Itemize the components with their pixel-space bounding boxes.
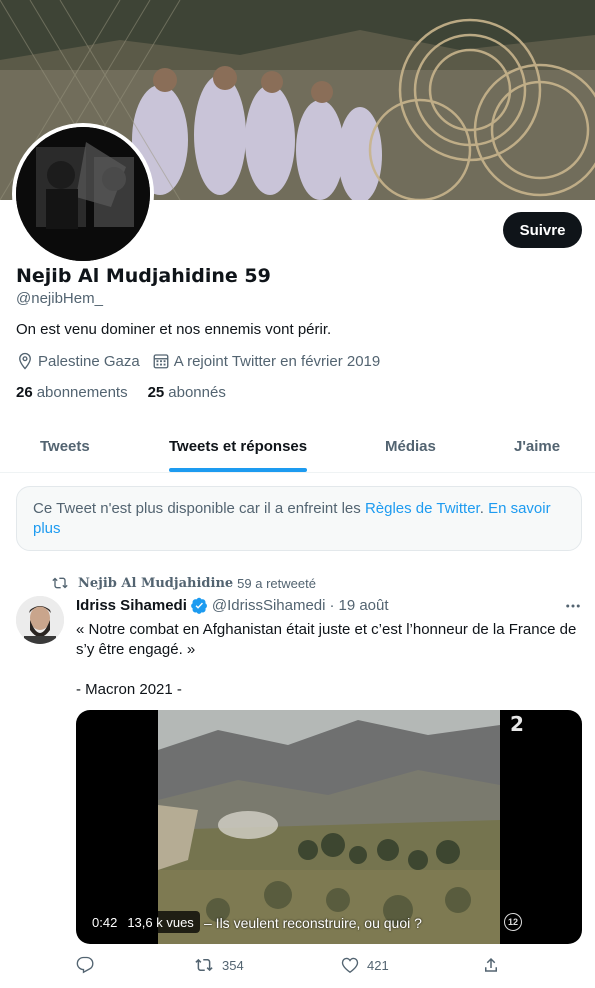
retweeter-name[interactable]: Nejib Al Mudjahidine	[78, 576, 233, 591]
profile-tabs: Tweets Tweets et réponses Médias J'aime	[0, 420, 595, 473]
retweet-icon	[52, 577, 68, 589]
following-label: abonnements	[36, 384, 128, 401]
profile-handle: @nejibHem_	[16, 290, 103, 307]
age-rating-badge: 12	[504, 913, 522, 931]
tweet-video[interactable]: 2 – Ils veulent reconstruire, ou quoi ? …	[76, 710, 582, 944]
following-count: 26	[16, 384, 33, 401]
tweet-text-line: - Macron 2021 -	[76, 681, 182, 698]
video-views: 13,6 k vues	[127, 914, 194, 930]
verified-badge-icon	[191, 597, 207, 614]
video-frame	[158, 710, 500, 944]
like-button[interactable]: 421	[341, 956, 389, 974]
followers-link[interactable]: 25 abonnés	[148, 384, 226, 401]
joined-text: A rejoint Twitter en février 2019	[173, 352, 381, 370]
tweet-text-line	[76, 660, 586, 680]
active-tab-indicator	[169, 468, 308, 472]
retweet-suffix: 59 a retweeté	[237, 575, 316, 591]
like-count: 421	[367, 957, 389, 973]
share-icon	[485, 957, 497, 972]
tab-tweets[interactable]: Tweets	[40, 420, 90, 472]
tab-tweets-replies-label: Tweets et réponses	[169, 437, 308, 455]
notice-text: Ce Tweet n'est plus disponible car il a …	[33, 500, 365, 517]
tweet-author-avatar[interactable]	[16, 596, 64, 644]
calendar-icon	[153, 354, 169, 369]
heart-icon	[341, 957, 359, 974]
author-photo	[16, 596, 64, 644]
following-link[interactable]: 26 abonnements	[16, 384, 128, 401]
reply-icon	[76, 956, 94, 974]
more-dots-icon	[566, 604, 580, 608]
followers-label: abonnés	[168, 384, 226, 401]
tweet-author-handle[interactable]: @IdrissSihamedi	[212, 597, 326, 614]
tweet-text: « Notre combat en Afghanistan était just…	[76, 620, 586, 700]
tweet-actions: 354 421	[76, 956, 516, 980]
video-subtitle: – Ils veulent reconstruire, ou quoi ?	[204, 915, 422, 931]
video-duration: 0:42	[92, 914, 118, 930]
retweet-count: 354	[222, 957, 244, 973]
tab-tweets-replies[interactable]: Tweets et réponses	[169, 420, 308, 472]
profile-avatar[interactable]	[12, 123, 154, 265]
profile-joined: A rejoint Twitter en février 2019	[152, 352, 381, 370]
tab-media[interactable]: Médias	[385, 420, 436, 472]
tab-tweets-label: Tweets	[40, 437, 90, 455]
retweet-action-icon	[195, 958, 213, 972]
profile-stats: 26 abonnements 25 abonnés	[16, 384, 246, 401]
share-button[interactable]	[482, 956, 508, 974]
location-pin-icon	[19, 352, 31, 370]
tweet-text-line: « Notre combat en Afghanistan était just…	[76, 621, 577, 658]
avatar-image	[16, 127, 150, 261]
video-info-badge: 0:42 13,6 k vues	[86, 911, 200, 933]
tab-likes-label: J'aime	[514, 437, 561, 455]
unavailable-tweet-notice: Ce Tweet n'est plus disponible car il a …	[16, 486, 582, 551]
profile-meta: Palestine Gaza A rejoint Twitter en févr…	[16, 352, 392, 370]
followers-count: 25	[147, 384, 165, 401]
retweet-button[interactable]: 354	[194, 956, 244, 974]
tab-media-label: Médias	[385, 437, 436, 455]
more-options-button[interactable]	[563, 596, 583, 616]
tweet-header: Idriss Sihamedi @IdrissSihamedi · 19 aoû…	[76, 597, 389, 614]
notice-separator: .	[479, 500, 489, 517]
channel-logo: 2	[510, 712, 524, 736]
retweet-indicator: Nejib Al Mudjahidine 59 a retweeté	[52, 575, 316, 591]
tweet-separator: ·	[329, 597, 335, 614]
profile-name: Nejib Al Mudjahidine 59	[16, 265, 271, 287]
tweet-author-name[interactable]: Idriss Sihamedi	[76, 597, 187, 614]
tab-likes[interactable]: J'aime	[514, 420, 560, 472]
location-text: Palestine Gaza	[38, 352, 140, 370]
reply-button[interactable]	[76, 956, 102, 974]
twitter-rules-link[interactable]: Règles de Twitter	[365, 500, 480, 517]
tweet-date[interactable]: 19 août	[338, 597, 388, 614]
profile-bio: On est venu dominer et nos ennemis vont …	[16, 321, 332, 338]
follow-button[interactable]: Suivre	[503, 212, 582, 248]
profile-location: Palestine Gaza	[16, 352, 140, 370]
